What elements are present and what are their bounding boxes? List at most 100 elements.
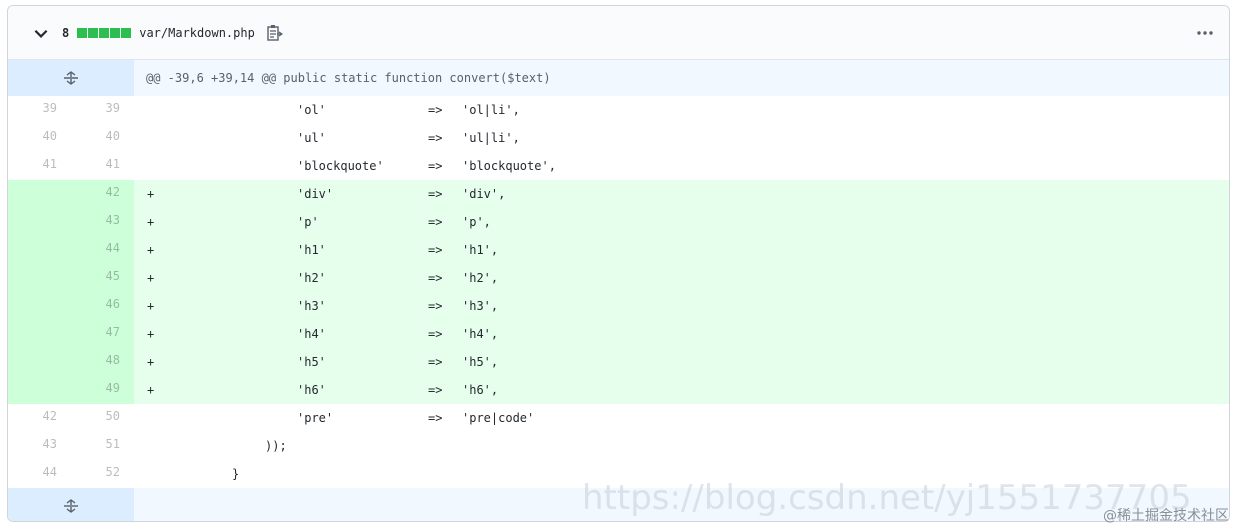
old-line-number[interactable] (8, 236, 71, 264)
code-key: 'ul' (297, 131, 326, 145)
code-key: } (232, 467, 240, 481)
diff-line: 49 + 'h6' => 'h6', (8, 376, 1229, 404)
expand-down-button[interactable] (8, 488, 134, 521)
kebab-horizontal-icon[interactable] (1195, 25, 1215, 41)
new-line-number[interactable]: 40 (71, 124, 134, 152)
code-arrow: => (428, 131, 443, 145)
new-line-number[interactable]: 49 (71, 376, 134, 404)
code-value: 'h1', (462, 243, 499, 257)
diff-line: 42 50 'pre' => 'pre|code' (8, 404, 1229, 432)
code-arrow: => (428, 299, 443, 313)
code-arrow: => (428, 243, 443, 257)
new-line-number[interactable]: 46 (71, 292, 134, 320)
code-arrow: => (428, 327, 443, 341)
diff-sign: + (147, 327, 155, 341)
diff-line: 48 + 'h5' => 'h5', (8, 348, 1229, 376)
new-line-number[interactable]: 39 (71, 96, 134, 124)
diff-sign: + (147, 299, 155, 313)
diff-line: 43 51)); (8, 432, 1229, 460)
hunk-header-text: @@ -39,6 +39,14 @@ public static functio… (146, 71, 551, 85)
copy-icon[interactable] (267, 24, 283, 42)
code-cell: + 'h5' => 'h5', (134, 348, 1229, 376)
new-line-number[interactable]: 43 (71, 208, 134, 236)
new-line-number[interactable]: 50 (71, 404, 134, 432)
old-line-number[interactable]: 40 (8, 124, 71, 152)
diff-sign: + (147, 355, 155, 369)
diff-line: 46 + 'h3' => 'h3', (8, 292, 1229, 320)
unfold-icon (64, 71, 78, 85)
old-line-number[interactable]: 44 (8, 460, 71, 488)
new-line-number[interactable]: 51 (71, 432, 134, 460)
code-key: 'h3' (297, 299, 326, 313)
code-value: 'ol|li', (462, 103, 520, 117)
code-value: 'h5', (462, 355, 499, 369)
diff-lines: 39 39 'ol' => 'ol|li', 40 40 'ul' => 'ul|li', 41 41… (8, 96, 1229, 488)
code-key: 'h5' (297, 355, 326, 369)
old-line-number[interactable]: 42 (8, 404, 71, 432)
diff-line: 40 40 'ul' => 'ul|li', (8, 124, 1229, 152)
code-arrow: => (428, 159, 443, 173)
code-value: 'h2', (462, 271, 499, 285)
diff-line: 44 52} (8, 460, 1229, 488)
hunk-header: @@ -39,6 +39,14 @@ public static functio… (8, 60, 1229, 96)
code-cell: 'pre' => 'pre|code' (134, 404, 1229, 432)
new-line-number[interactable]: 44 (71, 236, 134, 264)
code-key: 'div' (297, 187, 334, 201)
code-value: 'blockquote', (462, 159, 556, 173)
code-arrow: => (428, 271, 443, 285)
new-line-number[interactable]: 52 (71, 460, 134, 488)
diff-line: 44 + 'h1' => 'h1', (8, 236, 1229, 264)
new-line-number[interactable]: 41 (71, 152, 134, 180)
code-cell: + 'h1' => 'h1', (134, 236, 1229, 264)
new-line-number[interactable]: 47 (71, 320, 134, 348)
new-line-number[interactable]: 42 (71, 180, 134, 208)
watermark-site: @稀土掘金技术社区 (1103, 508, 1229, 524)
old-line-number[interactable] (8, 208, 71, 236)
old-line-number[interactable] (8, 264, 71, 292)
old-line-number[interactable] (8, 376, 71, 404)
chevron-down-icon[interactable] (32, 24, 50, 42)
diff-line: 41 41 'blockquote' => 'blockquote', (8, 152, 1229, 180)
diff-line: 47 + 'h4' => 'h4', (8, 320, 1229, 348)
diff-line: 43 + 'p' => 'p', (8, 208, 1229, 236)
diff-sign: + (147, 215, 155, 229)
diff-sign: + (147, 243, 155, 257)
old-line-number[interactable]: 41 (8, 152, 71, 180)
code-cell: 'ul' => 'ul|li', (134, 124, 1229, 152)
diff-sign: + (147, 271, 155, 285)
file-path[interactable]: var/Markdown.php (139, 26, 255, 40)
code-arrow: => (428, 187, 443, 201)
old-line-number[interactable]: 39 (8, 96, 71, 124)
expand-up-button[interactable] (8, 60, 134, 96)
file-header: 8 var/Markdown.php (8, 6, 1229, 60)
diff-sign: + (147, 187, 155, 201)
code-cell: + 'h2' => 'h2', (134, 264, 1229, 292)
diff-sign: + (147, 383, 155, 397)
code-cell: } (134, 460, 1229, 488)
code-key: 'h2' (297, 271, 326, 285)
old-line-number[interactable] (8, 180, 71, 208)
old-line-number[interactable] (8, 320, 71, 348)
code-cell: + 'p' => 'p', (134, 208, 1229, 236)
old-line-number[interactable] (8, 348, 71, 376)
diffstat-blocks (77, 27, 132, 38)
diffstat-count: 8 (62, 25, 70, 40)
code-key: 'h1' (297, 243, 326, 257)
code-value: 'h4', (462, 327, 499, 341)
code-cell: 'blockquote' => 'blockquote', (134, 152, 1229, 180)
code-key: 'ol' (297, 103, 326, 117)
hunk-footer (8, 488, 1229, 521)
diff-line: 45 + 'h2' => 'h2', (8, 264, 1229, 292)
code-value: 'p', (462, 215, 491, 229)
new-line-number[interactable]: 48 (71, 348, 134, 376)
code-arrow: => (428, 215, 443, 229)
old-line-number[interactable] (8, 292, 71, 320)
code-arrow: => (428, 411, 443, 425)
code-arrow: => (428, 103, 443, 117)
unfold-icon (64, 499, 78, 513)
code-key: 'p' (297, 215, 319, 229)
code-value: 'h3', (462, 299, 499, 313)
old-line-number[interactable]: 43 (8, 432, 71, 460)
new-line-number[interactable]: 45 (71, 264, 134, 292)
code-cell: + 'h4' => 'h4', (134, 320, 1229, 348)
